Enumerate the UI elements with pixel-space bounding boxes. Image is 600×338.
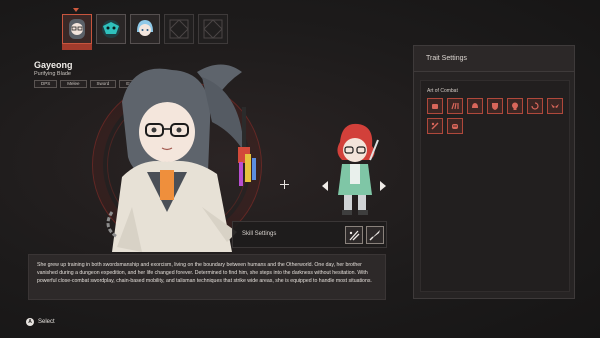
- character-mini-preview: [337, 123, 379, 215]
- claw-trait-icon: [451, 102, 459, 110]
- trait-settings-panel: Trait Settings Art of Combat: [413, 45, 575, 299]
- trait-spiral-button[interactable]: [527, 98, 543, 114]
- trait-fist-button[interactable]: [427, 98, 443, 114]
- helm-trait-icon: [472, 103, 478, 108]
- character-description: She grew up training in both swordsmansh…: [28, 254, 386, 300]
- fist-trait-icon: [432, 104, 438, 109]
- shield-trait-icon: [492, 103, 498, 110]
- tag-role: DPS: [34, 80, 58, 88]
- blue-hair-portrait-icon: [137, 20, 153, 36]
- previous-character-arrow-icon[interactable]: [322, 181, 328, 191]
- wings-trait-icon: [551, 104, 559, 108]
- spiral-trait-icon: [531, 102, 539, 110]
- strike-skill-icon: [369, 230, 380, 241]
- footer-controls: A Select: [26, 318, 55, 326]
- art-of-combat-section: Art of Combat: [420, 80, 570, 292]
- skill-settings-label: Skill Settings: [242, 231, 277, 237]
- trait-settings-title: Trait Settings: [414, 46, 574, 72]
- character-portrait-tabs: [62, 14, 228, 44]
- trait-skull-button[interactable]: [507, 98, 523, 114]
- cursor-crosshair-icon: [280, 180, 289, 189]
- locked-slot-icon: [169, 19, 189, 39]
- trait-claw-button[interactable]: [447, 98, 463, 114]
- skill-slash-button[interactable]: [345, 226, 363, 244]
- trait-wings-button[interactable]: [547, 98, 563, 114]
- character-name: Gayeong: [34, 60, 73, 70]
- selected-portrait-badge: [62, 44, 92, 50]
- trait-icon-grid: [427, 98, 567, 134]
- select-prompt[interactable]: Select: [38, 319, 55, 325]
- trait-helm-button[interactable]: [467, 98, 483, 114]
- trait-mask-button[interactable]: [447, 118, 463, 134]
- portrait-locked-2[interactable]: [198, 14, 228, 44]
- a-button-icon: A: [26, 318, 34, 326]
- portrait-locked-1[interactable]: [164, 14, 194, 44]
- blade-trait-icon: [431, 122, 439, 130]
- portrait-gayeong[interactable]: [62, 14, 92, 44]
- portrait-teal-mask[interactable]: [96, 14, 126, 44]
- character-title: Purifying Blade: [34, 71, 71, 77]
- skill-settings-bar: Skill Settings: [232, 221, 387, 248]
- skull-trait-icon: [512, 102, 518, 110]
- slash-skill-icon: [349, 230, 360, 241]
- trait-shield-button[interactable]: [487, 98, 503, 114]
- locked-slot-icon: [203, 19, 223, 39]
- portrait-blue-hair[interactable]: [130, 14, 160, 44]
- skill-strike-button[interactable]: [366, 226, 384, 244]
- next-character-arrow-icon[interactable]: [380, 181, 386, 191]
- selected-indicator-icon: [73, 8, 79, 12]
- art-of-combat-title: Art of Combat: [427, 88, 458, 94]
- trait-blade-button[interactable]: [427, 118, 443, 134]
- tag-range: Melee: [60, 80, 87, 88]
- mask-trait-icon: [452, 124, 458, 129]
- gayeong-portrait-icon: [69, 19, 85, 39]
- teal-mask-portrait-icon: [102, 20, 120, 38]
